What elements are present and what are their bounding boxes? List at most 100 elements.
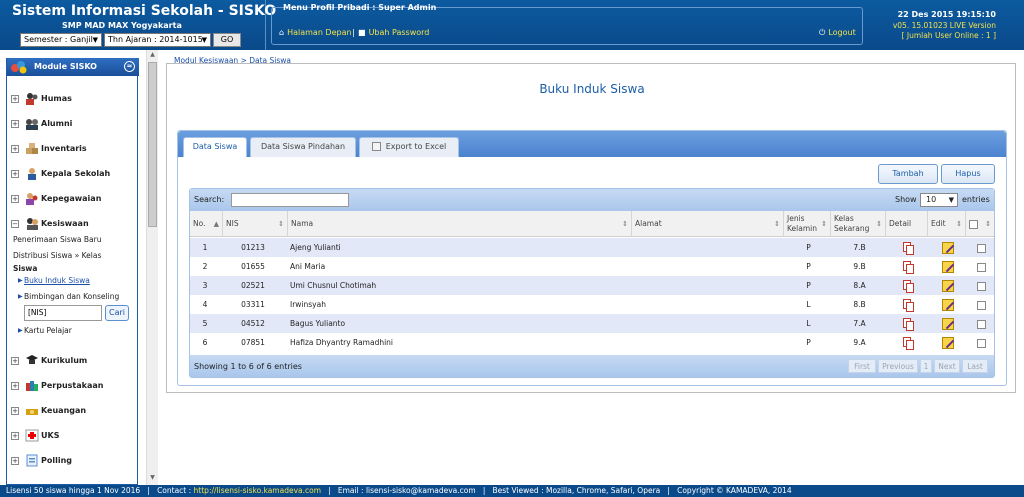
module-logo-icon xyxy=(11,61,27,74)
expand-icon: + xyxy=(11,431,19,440)
cell-select xyxy=(968,238,994,257)
chevron-down-icon: ▼ xyxy=(948,196,954,204)
sidebar-item-kesiswaan[interactable]: − Kesiswaan xyxy=(11,217,89,231)
detail-icon[interactable] xyxy=(902,241,914,255)
scroll-up-icon[interactable]: ▲ xyxy=(147,51,158,61)
edit-icon[interactable] xyxy=(942,280,954,292)
sidebar-link-buku-induk[interactable]: Buku Induk Siswa xyxy=(24,276,90,285)
select-all-checkbox[interactable] xyxy=(969,219,978,229)
detail-icon[interactable] xyxy=(902,298,914,312)
sidebar-item-kepegawaian[interactable]: + Kepegawaian xyxy=(11,192,101,206)
online-users: [ Jumlah User Online : 1 ] xyxy=(901,31,996,40)
col-no[interactable]: No. ▲ xyxy=(190,211,223,237)
col-select-all[interactable]: ⇕ xyxy=(966,211,994,237)
scroll-thumb[interactable] xyxy=(148,62,157,227)
pager-previous[interactable]: Previous xyxy=(878,359,918,373)
sidebar-link-bimbingan[interactable]: Bimbingan dan Konseling xyxy=(24,292,119,301)
row-checkbox[interactable] xyxy=(976,262,986,272)
pager-last[interactable]: Last xyxy=(962,359,988,373)
semester-select[interactable]: Semester : Ganjil ▼ xyxy=(20,33,102,47)
cell-no: 6 xyxy=(202,338,208,347)
person-icon xyxy=(28,168,36,180)
go-button[interactable]: GO xyxy=(213,33,241,47)
row-checkbox[interactable] xyxy=(976,281,986,291)
sidebar-scrollbar[interactable]: ▲ ▼ xyxy=(146,50,158,485)
search-input[interactable] xyxy=(231,193,349,207)
cell-jenis-kelamin: P xyxy=(806,243,811,252)
pager-next[interactable]: Next xyxy=(934,359,960,373)
tambah-button[interactable]: Tambah xyxy=(878,164,938,184)
table-row: 4 03311 Irwinsyah L 8.B xyxy=(190,295,994,314)
scroll-down-icon[interactable]: ▼ xyxy=(147,474,158,484)
nis-input[interactable]: [NIS] xyxy=(24,305,102,321)
detail-icon[interactable] xyxy=(902,260,914,274)
col-nis[interactable]: NIS ⇕ xyxy=(223,211,288,237)
logout-link[interactable]: ⏻ Logout xyxy=(819,28,856,38)
sidebar-item-polling[interactable]: + Polling xyxy=(11,454,72,468)
cell-kelas: 7.A xyxy=(853,319,866,328)
edit-icon[interactable] xyxy=(942,299,954,311)
tab-data-siswa-pindahan[interactable]: Data Siswa Pindahan xyxy=(250,137,356,157)
col-kelas[interactable]: Kelas Sekarang ⇕ xyxy=(831,211,886,237)
tab-data-siswa[interactable]: Data Siswa xyxy=(183,137,247,157)
entries-select[interactable]: 10 ▼ xyxy=(920,193,958,207)
detail-icon[interactable] xyxy=(902,279,914,293)
sidebar-item-uks[interactable]: + UKS xyxy=(11,429,59,443)
bullet-icon: ▶ xyxy=(18,327,23,334)
cell-select xyxy=(968,276,994,295)
col-alamat[interactable]: Alamat ⇕ xyxy=(632,211,784,237)
col-edit[interactable]: Edit ⇕ xyxy=(928,211,966,237)
cell-kelas: 9.A xyxy=(853,338,866,347)
edit-icon[interactable] xyxy=(942,318,954,330)
best-viewed-text: Best Viewed : Mozilla, Chrome, Safari, O… xyxy=(492,486,661,495)
expand-icon: + xyxy=(11,456,19,465)
row-checkbox[interactable] xyxy=(976,243,986,253)
pager-first[interactable]: First xyxy=(848,359,876,373)
row-checkbox[interactable] xyxy=(976,319,986,329)
sidebar-item-kepala-sekolah[interactable]: + Kepala Sekolah xyxy=(11,167,110,181)
expand-icon: + xyxy=(11,356,19,365)
sidebar-item-humas[interactable]: + Humas xyxy=(11,92,72,106)
sort-asc-icon: ▲ xyxy=(213,220,219,228)
sidebar-link-kartu-pelajar[interactable]: Kartu Pelajar xyxy=(24,326,72,335)
sidebar-item-alumni[interactable]: + Alumni xyxy=(11,117,72,131)
col-nama[interactable]: Nama ⇕ xyxy=(288,211,632,237)
sort-icon: ⇕ xyxy=(774,220,780,228)
home-link[interactable]: ⌂ Halaman Depan xyxy=(279,28,352,37)
expand-icon: + xyxy=(11,94,19,103)
money-icon xyxy=(26,409,38,415)
tahun-ajaran-select[interactable]: Thn Ajaran : 2014-1015 ▼ xyxy=(104,33,211,47)
books-icon xyxy=(26,381,38,391)
sort-icon: ⇕ xyxy=(985,220,991,228)
staff-icon xyxy=(26,193,38,205)
row-checkbox[interactable] xyxy=(976,338,986,348)
version-label: v05. 15.01023 LIVE Version xyxy=(892,21,996,30)
cari-button[interactable]: Cari xyxy=(105,305,129,321)
edit-icon[interactable] xyxy=(942,261,954,273)
tab-export-excel[interactable]: Export to Excel xyxy=(359,137,459,157)
sidebar-item-kurikulum[interactable]: + Kurikulum xyxy=(11,354,87,368)
hapus-button[interactable]: Hapus xyxy=(941,164,995,184)
cell-nis: 07851 xyxy=(241,338,265,347)
email-text: Email : lisensi-sisko@kamadeva.com xyxy=(337,486,476,495)
sidebar-item-inventaris[interactable]: + Inventaris xyxy=(11,142,87,156)
detail-icon[interactable] xyxy=(902,317,914,331)
detail-icon[interactable] xyxy=(902,336,914,350)
contact-link[interactable]: http://lisensi-sisko.kamadeva.com xyxy=(194,486,321,495)
edit-icon[interactable] xyxy=(942,337,954,349)
col-jenis-kelamin[interactable]: Jenis Kelamin ⇕ xyxy=(784,211,831,237)
bullet-icon: ▶ xyxy=(18,293,23,300)
cell-nis: 01655 xyxy=(241,262,265,271)
ubah-password-link[interactable]: ■ Ubah Password xyxy=(358,28,429,37)
sidebar-item-perpustakaan[interactable]: + Perpustakaan xyxy=(11,379,103,393)
sidebar-sub-distribusi[interactable]: Distribusi Siswa » Kelas xyxy=(13,251,101,260)
sidebar-sub-penerimaan[interactable]: Penerimaan Siswa Baru xyxy=(13,235,101,244)
cell-nis: 04512 xyxy=(241,319,265,328)
edit-icon[interactable] xyxy=(942,242,954,254)
pager-page-1[interactable]: 1 xyxy=(920,359,932,373)
row-checkbox[interactable] xyxy=(976,300,986,310)
cell-detail xyxy=(888,333,928,352)
sidebar-item-keuangan[interactable]: + Keuangan xyxy=(11,404,86,418)
app-title: Sistem Informasi Sekolah - SISKO xyxy=(12,3,277,19)
collapse-icon[interactable]: ≈ xyxy=(124,61,135,72)
